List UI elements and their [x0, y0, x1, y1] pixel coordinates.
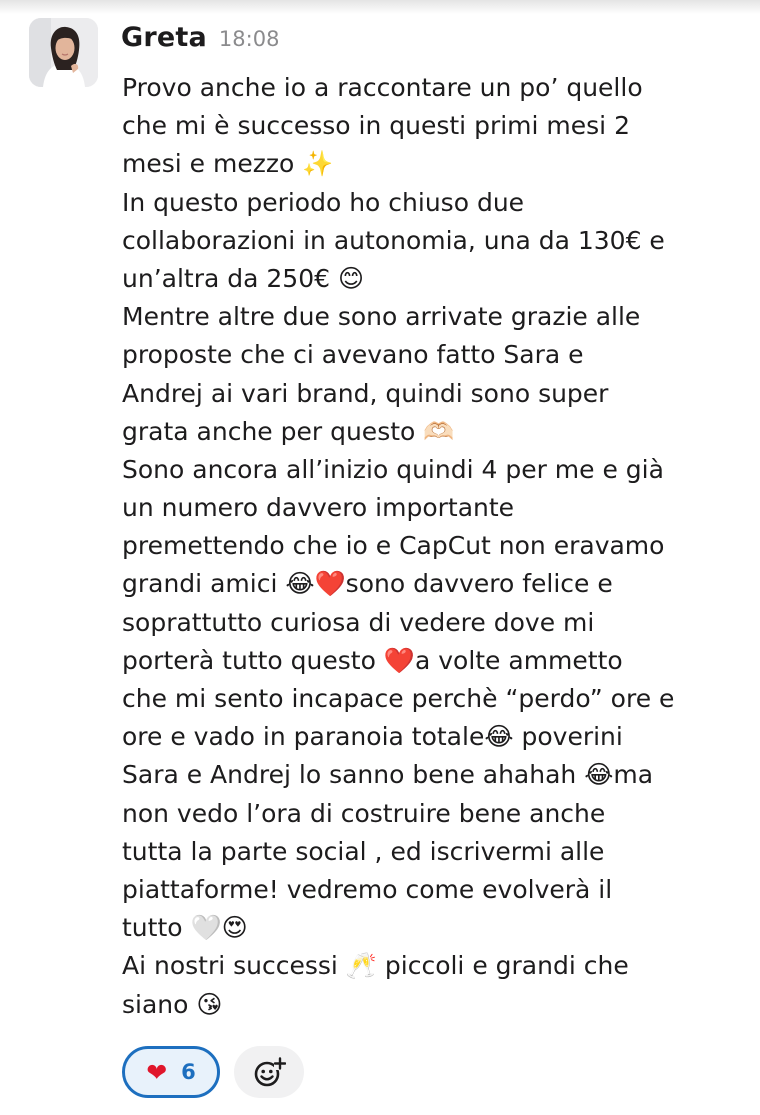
message-line: soprattutto curiosa di vedere dove mi	[122, 607, 595, 637]
reaction-count: 6	[181, 1060, 196, 1084]
heart-reaction-button[interactable]: ❤ 6	[122, 1046, 220, 1098]
message-line: grandi amici 😂❤️sono davvero felice e	[122, 569, 613, 599]
message-line: porterà tutto questo ❤️a volte ammetto	[122, 645, 623, 675]
message-line: tutto 🤍😍	[122, 913, 248, 943]
message-line: che mi sento incapace perchè “perdo” ore…	[122, 684, 675, 713]
message-line: tutta la parte social , ed iscrivermi al…	[122, 836, 605, 866]
top-edge-shadow	[0, 0, 760, 14]
message-line: Ai nostri successi 🥂 piccoli e grandi ch…	[122, 951, 629, 981]
message-line: grata anche per questo 🫶🏻	[122, 416, 455, 446]
message-line: proposte che ci avevano fatto Sara e	[122, 340, 584, 370]
sender-name[interactable]: Greta	[121, 22, 207, 53]
message-line: In questo periodo ho chiuso due	[122, 187, 525, 217]
message-line: Andrej ai vari brand, quindi sono super	[122, 378, 609, 408]
message-line: premettendo che io e CapCut non eravamo	[122, 531, 665, 561]
avatar-photo	[29, 18, 98, 87]
message-line: siano 😘	[122, 989, 223, 1019]
message-header: Greta 18:08	[121, 22, 279, 58]
message-line: un numero davvero importante	[122, 493, 515, 523]
message-line: collaborazioni in autonomia, una da 130€…	[122, 225, 665, 255]
message-body: Provo anche io a raccontare un po’ quell…	[122, 69, 742, 1024]
message-line: un’altra da 250€ 😊	[122, 263, 365, 293]
add-reaction-icon	[254, 1057, 286, 1087]
message-line: mesi e mezzo ✨	[122, 149, 334, 179]
message-line: Sono ancora all’inizio quindi 4 per me e…	[122, 454, 664, 484]
message-line: che mi è successo in questi primi mesi 2	[122, 111, 630, 141]
avatar[interactable]	[29, 18, 98, 87]
message-line: Sara e Andrej lo sanno bene ahahah 😂ma	[122, 760, 654, 790]
message-line: ore e vado in paranoia totale😂 poverini	[122, 722, 623, 752]
add-reaction-button[interactable]	[234, 1046, 304, 1098]
reactions-bar: ❤ 6	[122, 1046, 304, 1098]
message-line: non vedo l’ora di costruire bene anche	[122, 798, 606, 828]
message-line: Mentre altre due sono arrivate grazie al…	[122, 302, 641, 332]
message-line: Provo anche io a raccontare un po’ quell…	[122, 73, 643, 102]
heart-icon: ❤	[146, 1057, 168, 1087]
message-line: piattaforme! vedremo come evolverà il	[122, 874, 613, 904]
message-timestamp[interactable]: 18:08	[219, 27, 280, 51]
